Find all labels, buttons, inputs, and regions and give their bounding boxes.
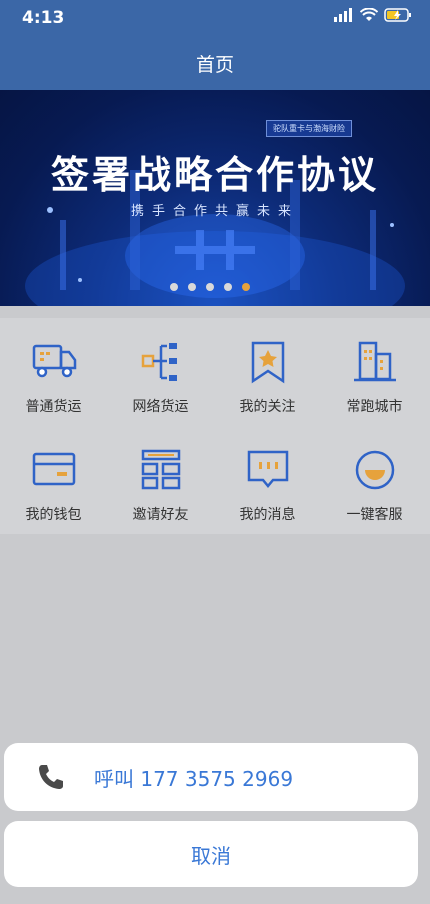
status-bar: 4:13 <box>0 0 430 36</box>
menu-item-label: 我的钱包 <box>25 507 82 523</box>
carousel-dot[interactable] <box>242 283 250 291</box>
wifi-icon <box>360 8 378 21</box>
status-time: 4:13 <box>22 8 65 28</box>
page-title: 首页 <box>195 53 234 76</box>
wallet-icon <box>32 452 75 486</box>
network-icon <box>141 343 177 381</box>
cancel-label: 取消 <box>191 843 231 868</box>
banner-headline: 签署战略合作协议 <box>50 153 379 197</box>
carousel-dot[interactable] <box>188 283 196 291</box>
menu-item-我的关注[interactable]: 我的关注 <box>214 318 321 424</box>
bookmark-star-icon <box>251 341 284 384</box>
nav-bar: 首页 <box>0 36 430 90</box>
carousel-dot[interactable] <box>224 283 232 291</box>
menu-item-label: 常跑城市 <box>346 399 403 415</box>
menu-item-label: 普通货运 <box>25 399 82 415</box>
call-label: 呼叫 177 3575 2969 <box>94 766 294 791</box>
menu-item-label: 我的关注 <box>239 399 296 415</box>
customer-service-icon <box>355 450 394 490</box>
menu-item-常跑城市[interactable]: 常跑城市 <box>321 318 428 424</box>
banner-tag: 驼队重卡与渤海财险 <box>266 120 352 137</box>
invite-grid-icon <box>141 449 180 490</box>
menu-item-网络货运[interactable]: 网络货运 <box>107 318 214 424</box>
banner-carousel[interactable]: 驼队重卡与渤海财险 签署战略合作协议 携手合作共赢未来 <box>0 90 430 306</box>
menu-item-label: 我的消息 <box>239 507 296 523</box>
menu-grid: 普通货运 网络货运 我的关注 常跑城市 我的钱包 邀请好友 我的消息 一键客服 <box>0 318 430 534</box>
status-icons <box>334 8 412 22</box>
phone-icon <box>39 765 63 789</box>
cellular-signal-icon <box>334 8 352 22</box>
cancel-button[interactable]: 取消 <box>4 821 418 887</box>
menu-item-label: 一键客服 <box>346 507 403 523</box>
call-phone-button[interactable]: 呼叫 177 3575 2969 <box>4 743 418 811</box>
carousel-pagination[interactable] <box>170 283 250 291</box>
menu-item-label: 邀请好友 <box>132 507 189 523</box>
battery-charging-icon <box>384 8 411 22</box>
carousel-dot[interactable] <box>170 283 178 291</box>
menu-item-普通货运[interactable]: 普通货运 <box>0 318 107 424</box>
menu-item-我的钱包[interactable]: 我的钱包 <box>0 426 107 532</box>
menu-item-一键客服[interactable]: 一键客服 <box>321 426 428 532</box>
truck-icon <box>32 344 76 378</box>
menu-item-label: 网络货运 <box>132 399 189 415</box>
menu-item-邀请好友[interactable]: 邀请好友 <box>107 426 214 532</box>
city-building-icon <box>353 341 396 382</box>
banner-subline: 携手合作共赢未来 <box>130 204 299 219</box>
menu-item-我的消息[interactable]: 我的消息 <box>214 426 321 532</box>
carousel-dot[interactable] <box>206 283 214 291</box>
message-icon <box>247 450 288 488</box>
